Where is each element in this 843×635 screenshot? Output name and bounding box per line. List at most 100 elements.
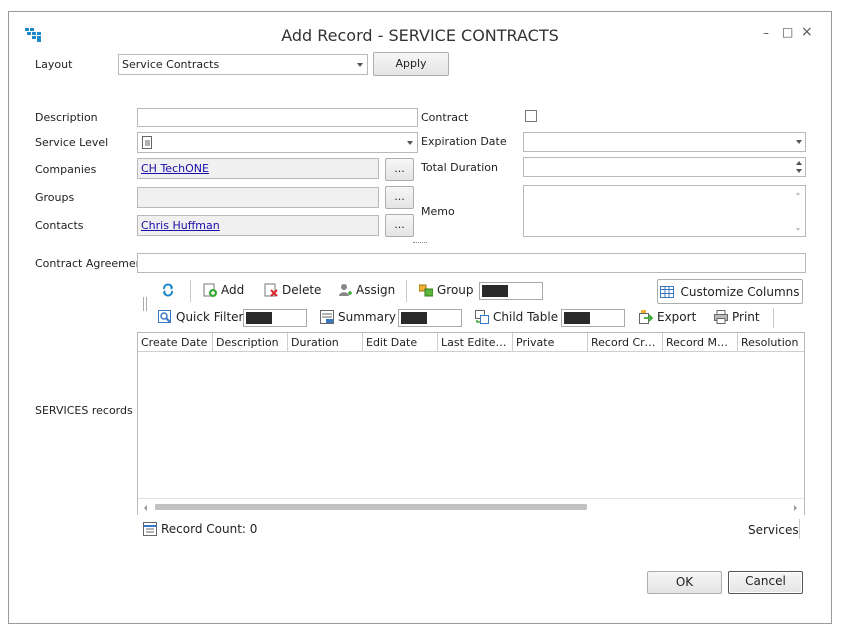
- chevron-down-icon: [407, 141, 413, 145]
- maximize-button[interactable]: □: [782, 25, 793, 39]
- group-label: Group: [437, 283, 474, 297]
- delete-label: Delete: [282, 283, 322, 297]
- spin-down-icon[interactable]: [796, 169, 802, 173]
- column-header[interactable]: Record Ma...: [663, 333, 738, 352]
- groups-field: [137, 187, 379, 208]
- summary-color-swatch[interactable]: [398, 309, 462, 327]
- column-header[interactable]: Create Date: [138, 333, 213, 352]
- group-icon: [418, 283, 434, 297]
- delete-icon: [264, 283, 278, 297]
- refresh-icon: [161, 283, 175, 297]
- services-grid[interactable]: Create Date Description Duration Edit Da…: [137, 332, 805, 515]
- service-level-label: Service Level: [35, 136, 109, 149]
- contacts-browse-button[interactable]: ...: [385, 214, 414, 237]
- column-header[interactable]: Record Cre...: [588, 333, 663, 352]
- print-button[interactable]: Print: [714, 310, 760, 324]
- cancel-button[interactable]: Cancel: [728, 571, 803, 594]
- column-header[interactable]: Private: [513, 333, 588, 352]
- close-button[interactable]: ×: [801, 24, 813, 40]
- child-table-color-swatch[interactable]: [561, 309, 625, 327]
- print-label: Print: [732, 310, 760, 324]
- filter-icon: [158, 310, 172, 324]
- expiration-date-label: Expiration Date: [421, 135, 507, 148]
- summary-icon: [320, 310, 334, 324]
- scroll-left-icon[interactable]: [144, 505, 147, 511]
- service-level-select[interactable]: [137, 132, 418, 153]
- window-title: Add Record - SERVICE CONTRACTS: [281, 26, 559, 45]
- toolbar-separator: [406, 280, 407, 302]
- quick-filter-label: Quick Filter: [176, 310, 244, 324]
- column-header[interactable]: Resolution: [738, 333, 804, 352]
- companies-browse-button[interactable]: ...: [385, 158, 414, 181]
- contract-label: Contract: [421, 111, 469, 124]
- column-header[interactable]: Edit Date: [363, 333, 438, 352]
- child-table-button[interactable]: Child Table: [475, 310, 558, 324]
- quick-filter-color-swatch[interactable]: [243, 309, 307, 327]
- group-color-swatch[interactable]: [479, 282, 543, 300]
- expiration-date-picker[interactable]: [523, 132, 806, 152]
- chevron-down-icon: [796, 140, 802, 144]
- toolbar-grip[interactable]: [143, 297, 147, 311]
- total-duration-label: Total Duration: [421, 161, 498, 174]
- group-button[interactable]: Group: [418, 283, 474, 297]
- ok-button[interactable]: OK: [647, 571, 722, 594]
- export-button[interactable]: Export: [639, 310, 696, 324]
- column-header[interactable]: Description: [213, 333, 288, 352]
- description-input[interactable]: [137, 108, 418, 127]
- companies-field: CH TechONE: [137, 158, 379, 179]
- contract-agreement-label: Contract Agreement: [35, 257, 147, 270]
- summary-label: Summary: [338, 310, 396, 324]
- document-icon: [142, 136, 152, 149]
- customize-columns-label: Customize Columns: [680, 284, 800, 299]
- memo-textarea[interactable]: [523, 185, 806, 237]
- description-label: Description: [35, 111, 98, 124]
- record-count-label: Record Count: 0: [161, 522, 258, 536]
- contacts-field: Chris Huffman: [137, 215, 379, 236]
- assign-button[interactable]: Assign: [338, 283, 395, 297]
- minimize-button[interactable]: –: [763, 26, 769, 40]
- customize-columns-button[interactable]: Customize Columns: [657, 279, 803, 304]
- add-label: Add: [221, 283, 245, 297]
- splitter-handle[interactable]: [413, 242, 427, 243]
- export-icon: [639, 310, 654, 324]
- contract-agreement-input[interactable]: [137, 253, 806, 273]
- services-records-label: SERVICES records: [35, 404, 133, 417]
- total-duration-spinner[interactable]: [523, 157, 806, 177]
- groups-browse-button[interactable]: ...: [385, 186, 414, 209]
- layout-select[interactable]: Service Contracts: [118, 54, 368, 75]
- contract-checkbox[interactable]: [525, 110, 537, 122]
- horizontal-scrollbar[interactable]: [138, 498, 804, 515]
- chevron-down-icon: [357, 63, 363, 67]
- companies-link[interactable]: CH TechONE: [141, 162, 209, 175]
- delete-button[interactable]: Delete: [264, 283, 321, 297]
- refresh-button[interactable]: [161, 283, 175, 297]
- export-label: Export: [657, 310, 697, 324]
- layout-label: Layout: [35, 58, 73, 71]
- child-table-icon: [475, 310, 489, 324]
- toolbar-separator: [190, 280, 191, 302]
- columns-icon: [660, 285, 675, 299]
- contacts-link[interactable]: Chris Huffman: [141, 219, 220, 232]
- record-count-icon: [143, 522, 157, 536]
- column-header[interactable]: Duration: [288, 333, 363, 352]
- contacts-label: Contacts: [35, 219, 84, 232]
- add-icon: [203, 283, 217, 297]
- spin-up-icon[interactable]: [796, 161, 802, 165]
- scroll-up-icon[interactable]: [796, 192, 800, 195]
- add-button[interactable]: Add: [203, 283, 244, 297]
- layout-select-value: Service Contracts: [122, 58, 220, 71]
- toolbar-separator: [773, 308, 774, 328]
- assign-icon: [338, 283, 352, 297]
- record-count: Record Count: 0: [143, 522, 257, 536]
- groups-label: Groups: [35, 191, 75, 204]
- column-header[interactable]: Last Edited...: [438, 333, 513, 352]
- scrollbar-thumb[interactable]: [155, 504, 587, 510]
- quick-filter-button[interactable]: Quick Filter: [158, 310, 243, 324]
- apply-button[interactable]: Apply: [373, 52, 449, 76]
- scroll-right-icon[interactable]: [794, 505, 797, 511]
- scroll-down-icon[interactable]: [796, 228, 800, 231]
- footer-separator: [799, 519, 800, 539]
- services-footer-label: Services: [748, 523, 799, 537]
- print-icon: [714, 310, 728, 324]
- summary-button[interactable]: Summary: [320, 310, 396, 324]
